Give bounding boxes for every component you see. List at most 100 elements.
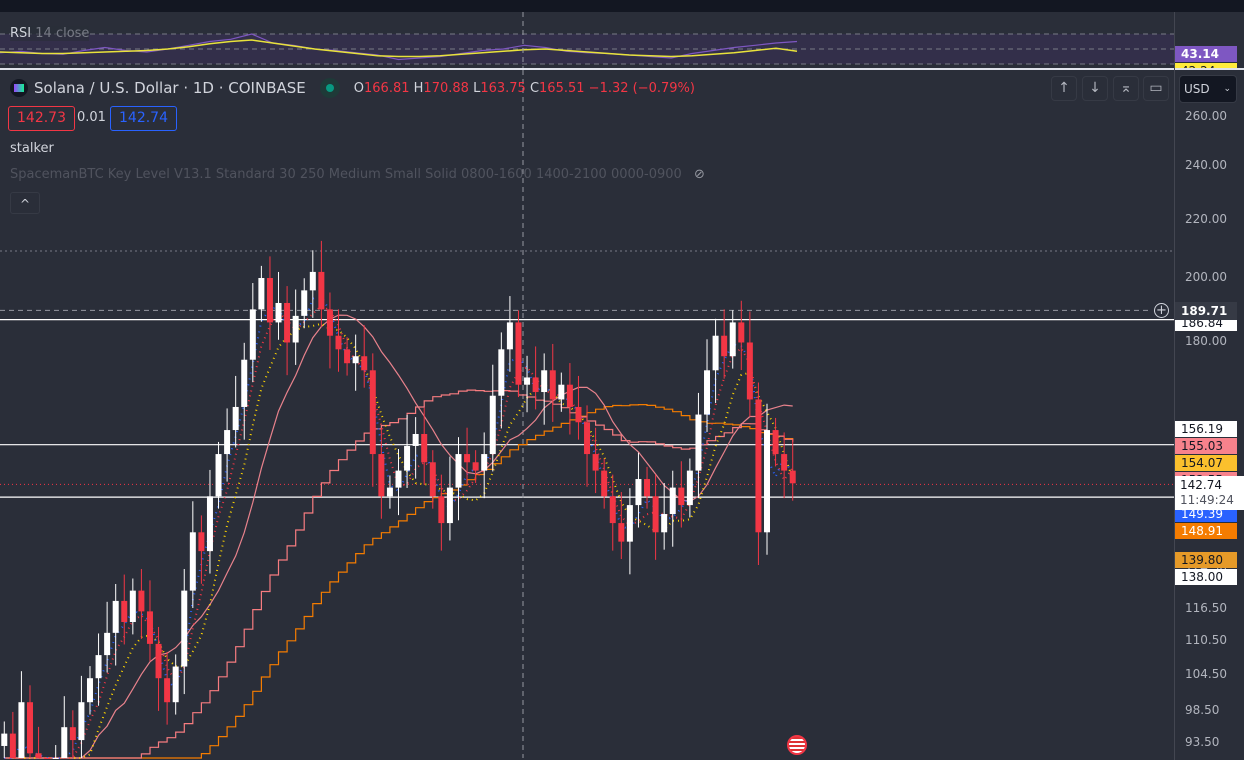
candle-body xyxy=(498,349,505,396)
candle-body xyxy=(164,678,171,703)
candle-body xyxy=(464,454,471,463)
currency-label: USD xyxy=(1184,82,1210,96)
price-tick: 110.50 xyxy=(1185,633,1227,648)
last-price-badge: 142.74 11:49:24 xyxy=(1175,476,1244,510)
candle-body xyxy=(686,470,693,506)
keylevel-label: SpacemanBTC Key Level V13.1 Standard 30 … xyxy=(10,167,682,182)
candle-body xyxy=(549,370,556,400)
market-status-icon xyxy=(319,78,340,98)
candle-body xyxy=(626,505,633,542)
eye-hidden-icon[interactable]: ⊘ xyxy=(694,167,705,182)
candle-body xyxy=(309,271,316,291)
price-badge: 138.00 xyxy=(1175,569,1237,586)
high-label: H xyxy=(413,80,424,96)
crosshair-price-badge: 189.71 xyxy=(1175,302,1237,320)
candle-body xyxy=(86,678,93,703)
collapse-pane-button[interactable]: ⌅ xyxy=(1113,76,1139,101)
rsi-params: 14 close xyxy=(35,26,90,41)
dotted-ma-yellow xyxy=(4,322,794,759)
high-value: 170.88 xyxy=(423,80,469,96)
candle-body xyxy=(592,454,599,471)
candle-body xyxy=(335,335,342,350)
candle-body xyxy=(155,643,162,679)
candle-body xyxy=(129,590,136,623)
indicator-stalker[interactable]: stalker xyxy=(10,141,54,156)
candle-body xyxy=(344,349,351,364)
candle-body xyxy=(26,702,33,754)
open-label: O xyxy=(353,80,364,96)
ohlc-values: O166.81 H170.88 L163.75 C165.51 −1.32 (−… xyxy=(354,81,695,96)
candle-body xyxy=(284,302,291,343)
candle-body xyxy=(738,322,745,343)
candle-body xyxy=(584,422,591,455)
buy-price-button[interactable]: 142.74 xyxy=(110,106,177,131)
sell-price-button[interactable]: 142.73 xyxy=(8,106,75,131)
price-tick: 116.50 xyxy=(1185,600,1227,615)
candle-body xyxy=(678,487,685,506)
close-label: C xyxy=(529,80,540,96)
ma-30-line xyxy=(4,389,794,759)
candle-body xyxy=(661,514,668,533)
rsi-label: RSI 14 close xyxy=(10,26,90,41)
candle-body xyxy=(78,702,85,741)
open-value: 166.81 xyxy=(364,80,410,96)
scroll-down-button[interactable]: ↓ xyxy=(1082,76,1108,101)
candle-body xyxy=(301,290,308,316)
us-flag-event-icon[interactable] xyxy=(787,735,807,755)
candle-body xyxy=(395,470,402,488)
candle-body xyxy=(206,496,213,552)
candle-body xyxy=(669,487,676,515)
candle-body xyxy=(121,600,128,623)
spread-value: 0.01 xyxy=(77,110,106,125)
rsi-pane xyxy=(0,12,1174,68)
candle-body xyxy=(138,590,145,612)
candle-body xyxy=(292,315,299,343)
candle-body xyxy=(318,271,325,310)
candle-body xyxy=(146,611,153,644)
price-tick: 260.00 xyxy=(1185,109,1227,124)
price-badge: 148.91 xyxy=(1175,523,1237,540)
candle-body xyxy=(695,414,702,471)
candle-body xyxy=(18,702,25,758)
candle-body xyxy=(541,370,548,393)
candle-body xyxy=(172,666,179,703)
candle-body xyxy=(704,370,711,415)
candle-body xyxy=(275,302,282,323)
candle-body xyxy=(9,733,16,758)
add-alert-icon[interactable]: + xyxy=(1154,303,1169,318)
last-price: 142.74 xyxy=(1180,478,1222,492)
candle-body xyxy=(515,322,522,385)
candle-body xyxy=(112,600,119,633)
symbol-title[interactable]: Solana / U.S. Dollar · 1D · COINBASE xyxy=(34,79,306,97)
candle-body xyxy=(746,342,753,400)
candle-body xyxy=(755,399,762,533)
price-axis[interactable]: 43.14 42.24 USD ⌄ 260.00 240.00 220.00 200.0… xyxy=(1174,12,1244,760)
price-badge: 139.80 xyxy=(1175,552,1237,569)
candle-body xyxy=(438,496,445,524)
bar-countdown: 11:49:24 xyxy=(1180,493,1234,507)
scroll-up-button[interactable]: ↑ xyxy=(1051,76,1077,101)
candle-body xyxy=(575,406,582,423)
change-value: −1.32 (−0.79%) xyxy=(588,80,695,96)
candle-body xyxy=(404,445,411,471)
candle-body xyxy=(69,727,76,741)
low-value: 163.75 xyxy=(480,80,526,96)
candle-body xyxy=(532,377,539,393)
price-badge: 154.07 xyxy=(1175,455,1237,472)
candle-body xyxy=(352,356,359,364)
price-tick: 98.50 xyxy=(1185,703,1220,718)
top-toolbar xyxy=(0,0,1244,12)
indicator-keylevel[interactable]: SpacemanBTC Key Level V13.1 Standard 30 … xyxy=(10,167,705,182)
candle-body xyxy=(189,532,196,591)
collapse-legend-button[interactable]: ^ xyxy=(10,192,40,214)
candle-body xyxy=(44,758,51,759)
candle-body xyxy=(198,532,205,552)
maximize-pane-button[interactable]: ▭ xyxy=(1143,76,1169,101)
currency-select[interactable]: USD ⌄ xyxy=(1179,75,1237,103)
close-value: 165.51 xyxy=(539,80,585,96)
candle-body xyxy=(421,433,428,463)
candle-body xyxy=(241,359,248,407)
candle-body xyxy=(35,753,42,758)
candle-body xyxy=(361,356,368,371)
price-tick: 104.50 xyxy=(1185,667,1227,682)
